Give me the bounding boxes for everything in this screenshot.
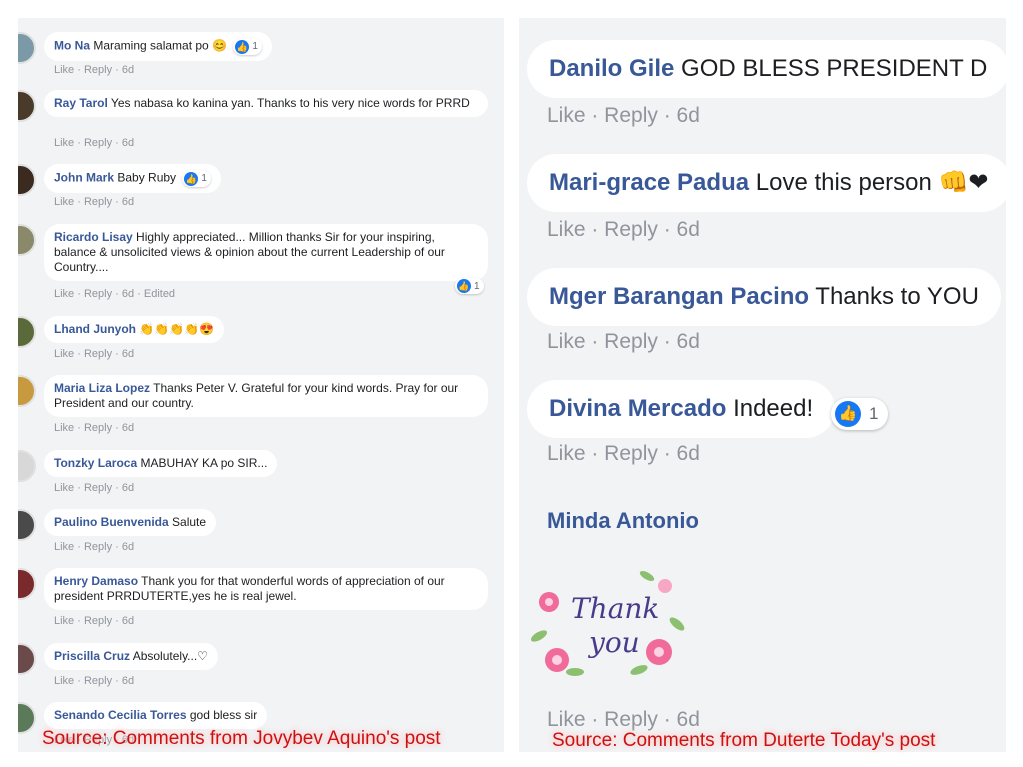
comment-text: Thanks to YOU	[815, 283, 979, 310]
comment-actions[interactable]: Like · Reply · 6d	[54, 615, 134, 627]
comment-bubble: Tonzky Laroca MABUHAY KA po SIR...	[44, 450, 278, 477]
comment-actions[interactable]: Like · Reply · 6d	[54, 541, 134, 553]
comment-actions[interactable]: Like · Reply · 6d	[547, 218, 700, 242]
comment-actions[interactable]: Like · Reply · 6d	[547, 442, 700, 466]
avatar[interactable]	[18, 224, 36, 256]
like-thumb-icon: 👍	[835, 401, 861, 427]
source-caption-left: Source: Comments from Jovybev Aquino's p…	[42, 728, 441, 749]
comment-bubble: Ricardo Lisay Highly appreciated... Mill…	[44, 224, 488, 281]
avatar[interactable]	[18, 643, 36, 675]
comment-author[interactable]: Mger Barangan Pacino	[549, 283, 809, 310]
comment-bubble: Maria Liza Lopez Thanks Peter V. Gratefu…	[44, 375, 488, 417]
comment-author[interactable]: Tonzky Laroca	[54, 456, 137, 470]
comment-actions[interactable]: Like · Reply · 6d	[54, 64, 134, 76]
avatar[interactable]	[18, 90, 36, 122]
comment-text: Absolutely...♡	[132, 649, 208, 663]
comment-bubble: Mari-grace Padua Love this person 👊❤	[527, 154, 1006, 212]
avatar[interactable]	[18, 702, 36, 734]
comment-actions[interactable]: Like · Reply · 6d	[54, 196, 134, 208]
comment-bubble: Mo Na Maraming salamat po 😊 👍 1	[44, 32, 272, 61]
right-comments-panel: Danilo Gile GOD BLESS PRESIDENT D Like ·…	[519, 18, 1006, 752]
thank-you-sticker: Thank you	[530, 570, 685, 676]
comment-actions[interactable]: Like · Reply · 6d	[54, 482, 134, 494]
left-comments-panel: Mo Na Maraming salamat po 😊 👍 1 Like · Re…	[18, 18, 504, 752]
comment-author[interactable]: Mo Na	[54, 39, 90, 53]
comment-actions[interactable]: Like · Reply · 6d	[547, 708, 700, 732]
comment-author[interactable]: Danilo Gile	[549, 55, 674, 82]
sticker-text-you: you	[587, 626, 640, 659]
comment-text: god bless sir	[189, 708, 258, 722]
reaction-badge[interactable]: 👍 1	[455, 278, 484, 294]
comment-bubble: Ray Tarol Yes nabasa ko kanina yan. Than…	[44, 90, 488, 117]
comment-bubble: Henry Damaso Thank you for that wonderfu…	[44, 568, 488, 610]
comment-bubble: Danilo Gile GOD BLESS PRESIDENT D	[527, 40, 1006, 98]
avatar[interactable]	[18, 509, 36, 541]
comment-text: Maraming salamat po 😊	[93, 38, 228, 53]
comment-author[interactable]: Priscilla Cruz	[54, 649, 130, 663]
comment-bubble: Priscilla Cruz Absolutely...♡	[44, 643, 218, 670]
comment-bubble: Mger Barangan Pacino Thanks to YOU	[527, 268, 1001, 326]
comment-author[interactable]: Paulino Buenvenida	[54, 515, 169, 529]
comment-actions[interactable]: Like · Reply · 6d	[54, 348, 134, 360]
comment-author[interactable]: Divina Mercado	[549, 395, 726, 422]
comment-bubble: Divina Mercado Indeed!	[527, 380, 836, 438]
comment-text: Yes nabasa ko kanina yan. Thanks to his …	[110, 96, 470, 110]
comment-text: GOD BLESS PRESIDENT D	[681, 55, 988, 82]
avatar[interactable]	[18, 316, 36, 348]
avatar[interactable]	[18, 450, 36, 482]
comment-text: MABUHAY KA po SIR...	[140, 456, 268, 470]
comment-text: Baby Ruby	[117, 170, 177, 185]
like-thumb-icon: 👍	[235, 39, 250, 54]
comment-text: Salute	[172, 515, 207, 529]
like-thumb-icon: 👍	[184, 171, 199, 186]
avatar[interactable]	[18, 32, 36, 64]
comment-author[interactable]: Mari-grace Padua	[549, 169, 749, 196]
comment-author[interactable]: Lhand Junyoh	[54, 322, 136, 336]
reaction-badge[interactable]: 👍 1	[233, 38, 262, 55]
source-caption-right: Source: Comments from Duterte Today's po…	[552, 730, 936, 751]
comment-author[interactable]: Ray Tarol	[54, 96, 108, 110]
comment-actions[interactable]: Like · Reply · 6d	[547, 104, 700, 128]
comment-actions[interactable]: Like · Reply · 6d	[54, 422, 134, 434]
comment-author[interactable]: Minda Antonio	[547, 508, 699, 534]
comment-bubble: Lhand Junyoh 👏👏👏👏😍	[44, 316, 225, 343]
comment-author[interactable]: Senando Cecilia Torres	[54, 708, 187, 722]
comment-actions[interactable]: Like · Reply · 6d	[54, 675, 134, 687]
comment-bubble: Senando Cecilia Torres god bless sir	[44, 702, 268, 729]
comment-actions[interactable]: Like · Reply · 6d	[547, 330, 700, 354]
comment-author[interactable]: Ricardo Lisay	[54, 230, 133, 244]
comment-bubble: Paulino Buenvenida Salute	[44, 509, 217, 536]
avatar[interactable]	[18, 164, 36, 196]
comment-text: Indeed!	[733, 395, 814, 422]
reaction-badge[interactable]: 👍 1	[182, 170, 211, 187]
comment-author[interactable]: Maria Liza Lopez	[54, 381, 150, 395]
like-thumb-icon: 👍	[457, 279, 471, 293]
reaction-badge[interactable]: 👍 1	[831, 398, 889, 430]
comment-text: Love this person 👊❤	[755, 169, 989, 196]
comment-actions[interactable]: Like · Reply · 6d	[54, 137, 134, 149]
avatar[interactable]	[18, 568, 36, 600]
avatar[interactable]	[18, 375, 36, 407]
sticker-text-thank: Thank	[571, 592, 659, 625]
comment-text: 👏👏👏👏😍	[139, 322, 215, 336]
comment-author[interactable]: John Mark	[54, 171, 114, 185]
comment-actions[interactable]: Like · Reply · 6d · Edited	[54, 288, 175, 300]
comment-author[interactable]: Henry Damaso	[54, 574, 138, 588]
comment-bubble: John Mark Baby Ruby 👍 1	[44, 164, 221, 193]
